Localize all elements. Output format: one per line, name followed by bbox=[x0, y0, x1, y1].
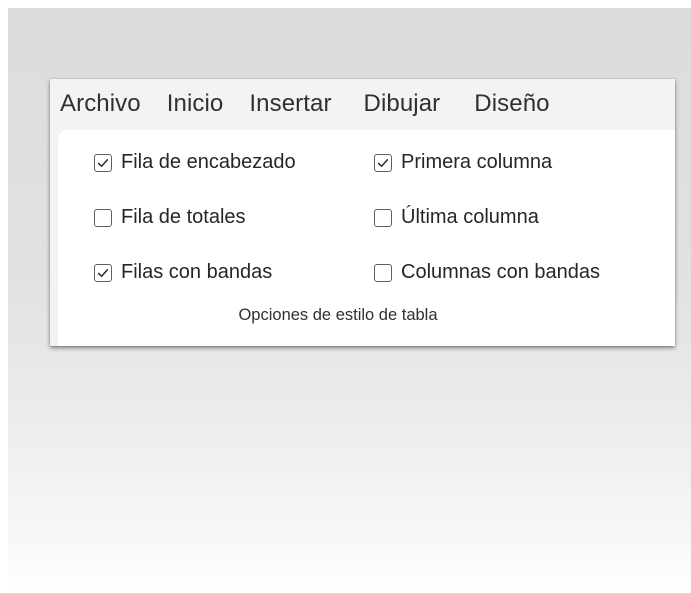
header-row-label: Fila de encabezado bbox=[121, 151, 296, 173]
menu-inicio[interactable]: Inicio bbox=[167, 90, 224, 118]
menu-insertar[interactable]: Insertar bbox=[249, 90, 331, 118]
table-style-options-group: Fila de encabezado Primera columna Fila … bbox=[58, 130, 675, 346]
option-total-row[interactable]: Fila de totales bbox=[94, 206, 246, 229]
menu-archivo[interactable]: Archivo bbox=[60, 90, 141, 118]
banded-columns-label: Columnas con bandas bbox=[401, 261, 601, 283]
banded-rows-checkbox[interactable] bbox=[94, 263, 112, 282]
checkmark-icon bbox=[97, 158, 109, 167]
first-column-checkbox[interactable] bbox=[374, 153, 392, 172]
last-column-label: Última columna bbox=[401, 206, 539, 228]
app-background: Archivo Inicio Insertar Dibujar Diseño F… bbox=[8, 8, 691, 593]
menu-dibujar[interactable]: Dibujar bbox=[364, 90, 441, 118]
banded-columns-checkbox[interactable] bbox=[374, 263, 392, 282]
menu-bar: Archivo Inicio Insertar Dibujar Diseño bbox=[50, 79, 675, 129]
banded-rows-label: Filas con bandas bbox=[121, 261, 273, 283]
checkmark-icon bbox=[377, 158, 389, 167]
header-row-checkbox[interactable] bbox=[94, 153, 112, 172]
total-row-checkbox[interactable] bbox=[94, 208, 112, 227]
last-column-checkbox[interactable] bbox=[374, 208, 392, 227]
first-column-label: Primera columna bbox=[401, 151, 553, 173]
menu-diseno[interactable]: Diseño bbox=[474, 90, 549, 118]
ribbon-panel: Archivo Inicio Insertar Dibujar Diseño F… bbox=[50, 79, 675, 346]
option-first-column[interactable]: Primera columna bbox=[374, 151, 552, 174]
option-banded-columns[interactable]: Columnas con bandas bbox=[374, 261, 600, 284]
group-caption: Opciones de estilo de tabla bbox=[238, 306, 438, 324]
total-row-label: Fila de totales bbox=[121, 206, 246, 228]
checkmark-icon bbox=[97, 268, 109, 277]
option-banded-rows[interactable]: Filas con bandas bbox=[94, 261, 272, 284]
option-last-column[interactable]: Última columna bbox=[374, 206, 539, 229]
option-header-row[interactable]: Fila de encabezado bbox=[94, 151, 296, 174]
